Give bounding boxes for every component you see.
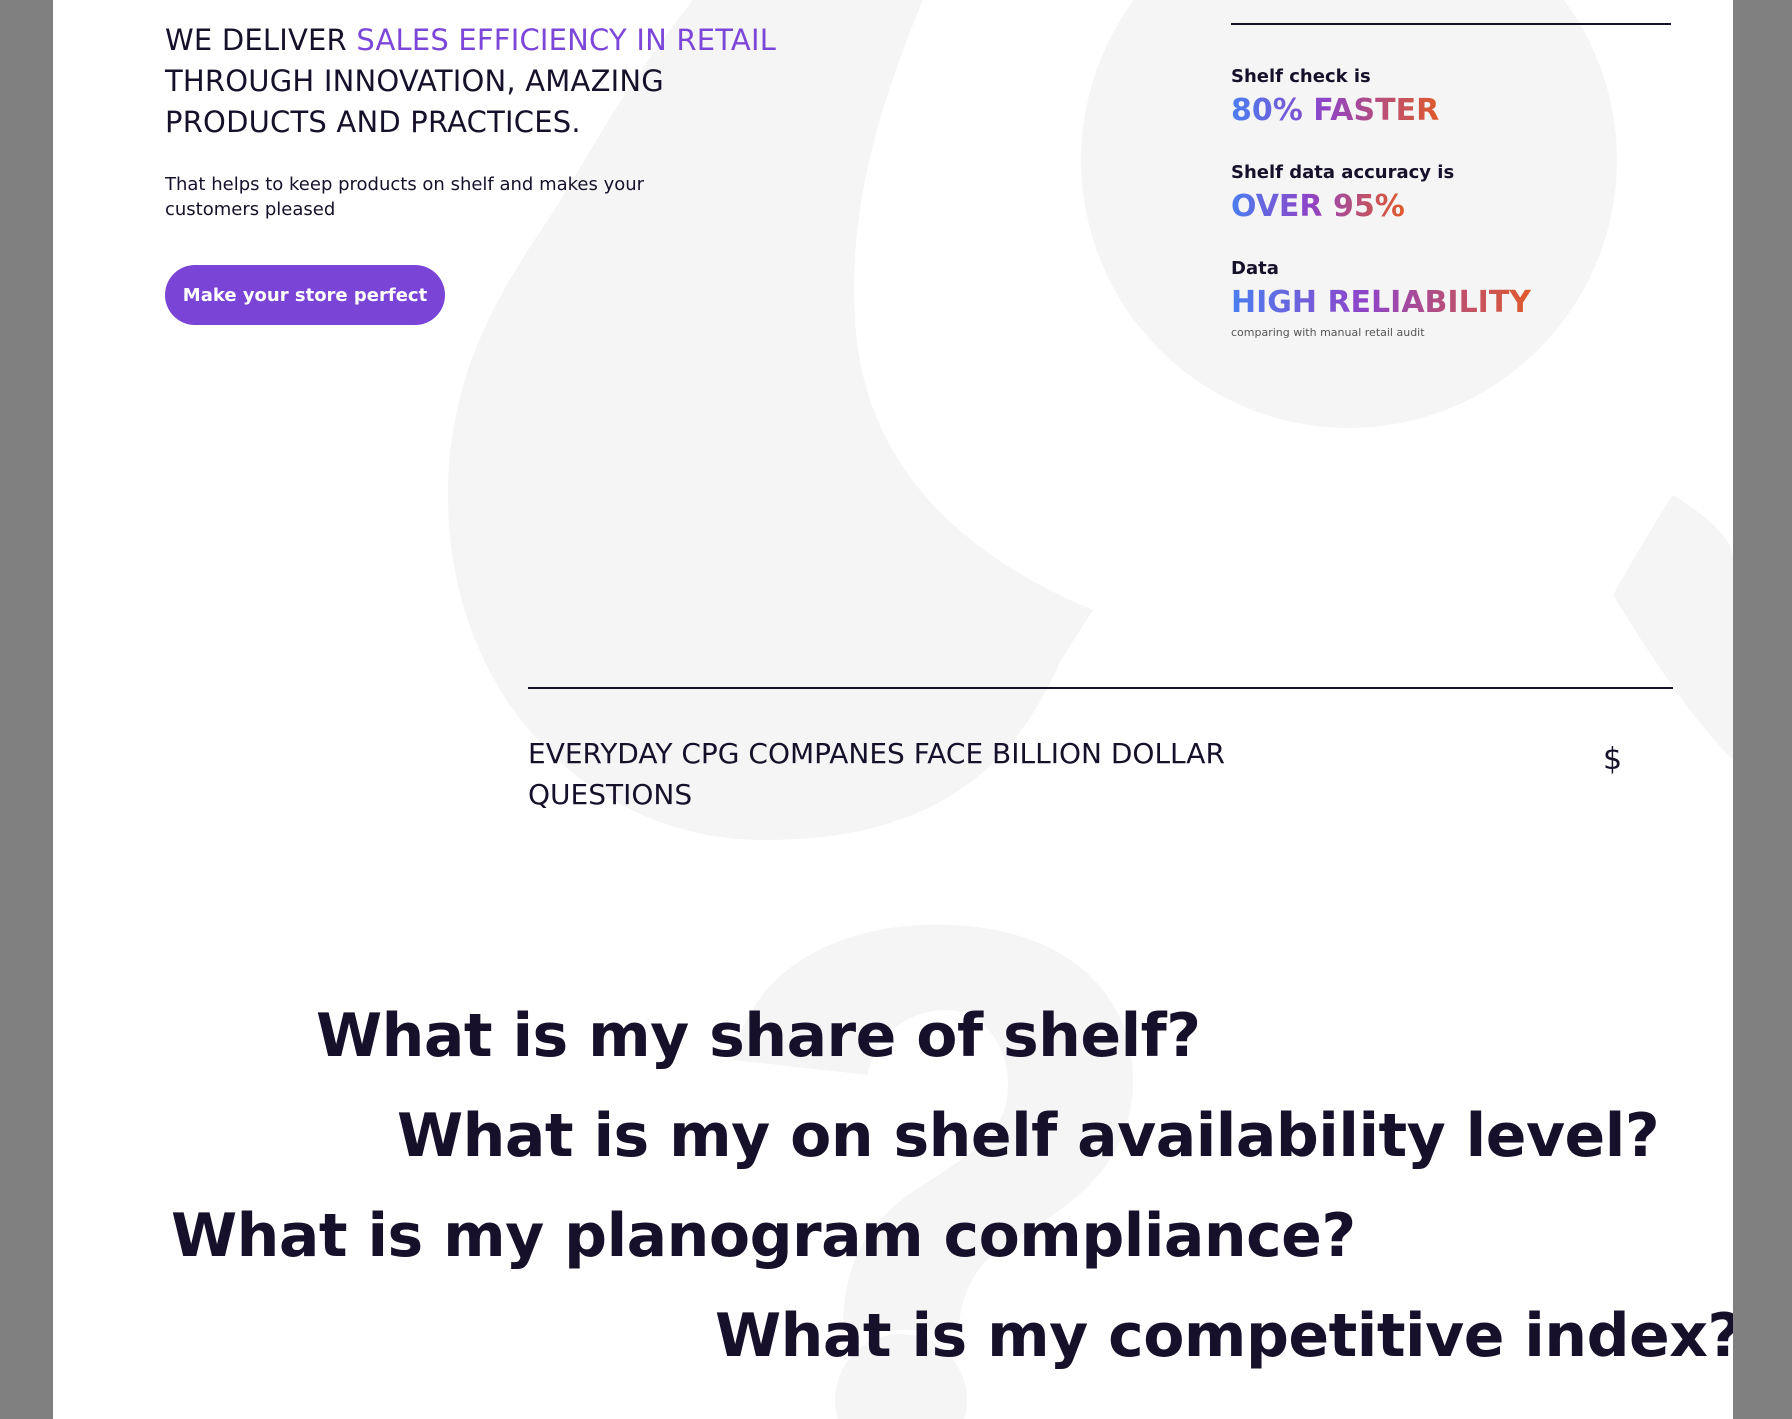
dollar-icon: $ [1603,742,1623,777]
make-store-perfect-button[interactable]: Make your store perfect [165,265,445,325]
stat-data-accuracy: Shelf data accuracy is OVER 95% [1231,162,1671,226]
stat-label: Shelf check is [1231,66,1371,87]
hero-heading-accent: SALES EFFICIENCY IN RETAIL [356,23,777,57]
background-ampersand-tail [1613,495,1733,760]
stat-value: HIGH RELIABILITY [1231,285,1532,320]
stat-value: 80% FASTER [1231,93,1440,128]
question-planogram-compliance: What is my planogram compliance? [171,1201,1356,1271]
questions-divider [528,687,1673,689]
stat-data-reliability: Data HIGH RELIABILITY comparing with man… [1231,258,1671,339]
stat-shelf-check: Shelf check is 80% FASTER [1231,66,1671,130]
hero-heading-rest: THROUGH INNOVATION, AMAZING PRODUCTS AND… [165,64,664,139]
stat-note: comparing with manual retail audit [1231,326,1425,339]
page: WE DELIVER SALES EFFICIENCY IN RETAIL THR… [53,0,1733,1419]
question-share-of-shelf: What is my share of shelf? [316,1001,1201,1071]
stat-value: OVER 95% [1231,189,1405,224]
hero-heading: WE DELIVER SALES EFFICIENCY IN RETAIL THR… [165,20,825,143]
question-competitive-index: What is my competitive index? [715,1301,1733,1371]
hero-subtext: That helps to keep products on shelf and… [165,174,645,220]
stats-divider [1231,23,1671,25]
question-on-shelf-availability: What is my on shelf availability level? [397,1101,1660,1171]
stat-label: Shelf data accuracy is [1231,162,1455,183]
hero-heading-prefix: WE DELIVER [165,23,357,57]
questions-heading: EVERYDAY CPG COMPANES FACE BILLION DOLLA… [528,737,1225,811]
stat-label: Data [1231,258,1279,279]
